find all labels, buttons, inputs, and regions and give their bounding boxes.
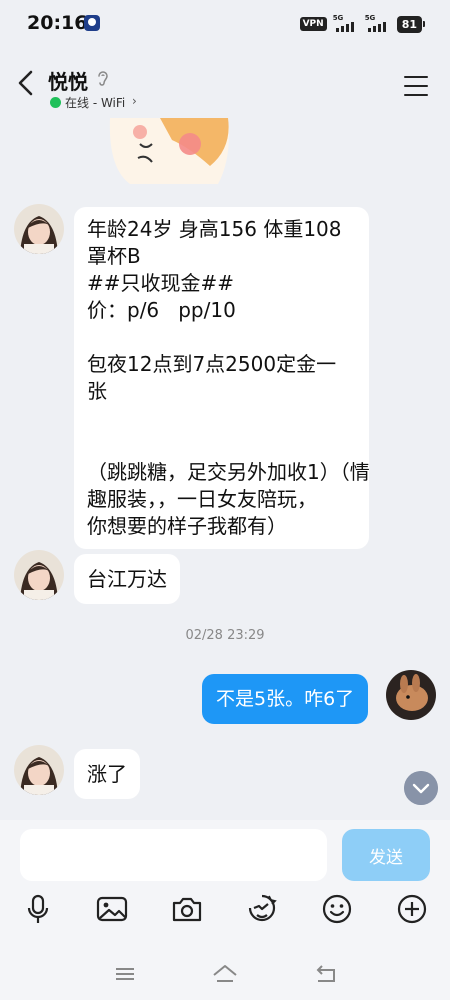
status-indicators: VPN 5G 5G 81 xyxy=(299,14,426,34)
app-notification-icon xyxy=(84,15,100,31)
send-button[interactable]: 发送 xyxy=(342,829,430,881)
vpn-badge: VPN xyxy=(299,17,327,31)
back-nav-icon[interactable] xyxy=(310,962,340,986)
cat-sticker-image[interactable] xyxy=(100,118,240,186)
plus-icon[interactable] xyxy=(395,892,429,926)
status-time: 20:16 xyxy=(27,12,88,34)
menu-nav-icon[interactable] xyxy=(110,962,140,986)
chevron-right-icon[interactable]: › xyxy=(132,94,137,108)
composer-area: 发送 xyxy=(0,820,450,1000)
network-type-1: 5G xyxy=(332,14,344,22)
message-text: 台江万达 xyxy=(87,567,167,591)
signal-icon: 5G xyxy=(332,14,359,33)
back-arrow-icon[interactable] xyxy=(14,68,40,98)
ear-icon xyxy=(98,71,108,86)
microphone-icon[interactable] xyxy=(21,892,55,926)
composer-toolbar xyxy=(0,892,450,928)
system-navigation-bar xyxy=(0,952,450,1000)
home-nav-icon[interactable] xyxy=(210,962,240,986)
incoming-message-bubble[interactable]: 台江万达 xyxy=(74,554,180,604)
message-line: 张 xyxy=(87,379,107,403)
message-line xyxy=(87,324,356,351)
menu-icon[interactable] xyxy=(404,76,428,96)
user-avatar[interactable] xyxy=(386,670,436,720)
image-icon[interactable] xyxy=(95,892,129,926)
contact-avatar[interactable] xyxy=(14,204,64,254)
contact-avatar[interactable] xyxy=(14,550,64,600)
signal-icon-2: 5G xyxy=(364,14,391,33)
emoji-icon[interactable] xyxy=(320,892,354,926)
message-line: 年龄24岁 身高156 体重108 xyxy=(87,217,342,241)
message-line: （跳跳糖，足交另外加收1）（情 xyxy=(87,460,370,484)
status-bar: 20:16 VPN 5G 5G 81 xyxy=(0,0,450,48)
message-line: 包夜12点到7点2500定金一 xyxy=(87,352,337,376)
online-status-dot xyxy=(50,97,61,108)
message-line: 趣服装，，一日女友陪玩， xyxy=(87,487,317,511)
message-text: 涨了 xyxy=(87,762,127,786)
sticker-icon[interactable] xyxy=(245,892,279,926)
message-line xyxy=(87,432,356,459)
message-input[interactable] xyxy=(20,829,327,881)
message-text: 不是5张。咋6了 xyxy=(216,688,355,710)
camera-icon[interactable] xyxy=(170,892,204,926)
message-line: 价：p/6 pp/10 xyxy=(87,298,236,322)
battery-icon: 81 xyxy=(396,15,426,33)
scroll-down-icon[interactable] xyxy=(404,771,438,805)
message-timestamp: 02/28 23:29 xyxy=(185,628,265,643)
message-line: ##只收现金## xyxy=(87,271,235,295)
incoming-message-bubble[interactable]: 涨了 xyxy=(74,749,140,799)
message-line: 罩杯B xyxy=(87,244,141,268)
message-line xyxy=(87,405,356,432)
message-line: 你想要的样子我都有） xyxy=(87,514,287,538)
contact-name[interactable]: 悦悦 xyxy=(48,66,88,95)
online-status-text[interactable]: 在线 - WiFi xyxy=(65,94,125,111)
outgoing-message-bubble[interactable]: 不是5张。咋6了 xyxy=(202,674,369,724)
incoming-message-bubble[interactable]: 年龄24岁 身高156 体重108 罩杯B ##只收现金## 价：p/6 pp/… xyxy=(74,207,370,549)
chat-header: 悦悦 在线 - WiFi › xyxy=(0,48,450,118)
contact-avatar[interactable] xyxy=(14,745,64,795)
network-type-2: 5G xyxy=(364,14,376,22)
